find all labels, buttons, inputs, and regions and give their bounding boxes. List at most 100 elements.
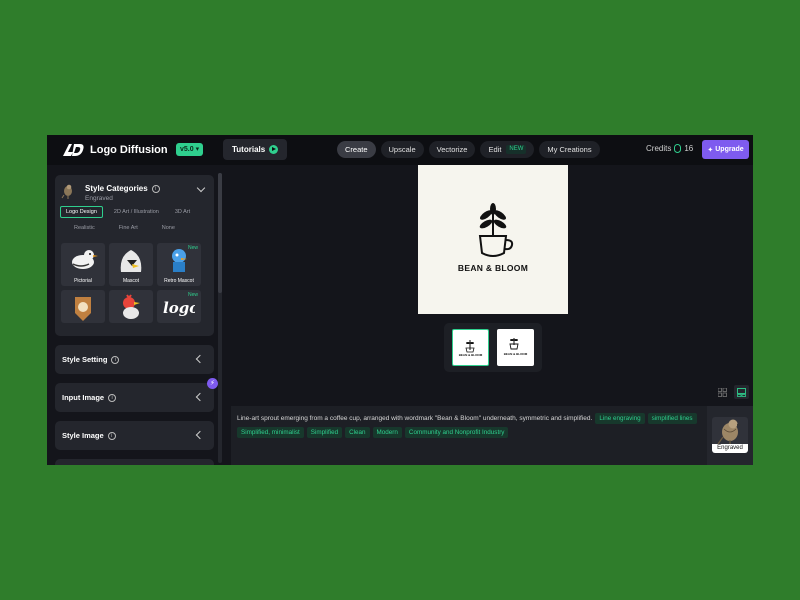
- credit-coin-icon: [674, 144, 682, 153]
- sparkle-icon: ✦: [707, 146, 714, 154]
- badge-emblem-icon: [75, 297, 91, 321]
- prompt-tag[interactable]: Simplified: [306, 427, 343, 438]
- style-image-label: Style Image: [62, 431, 104, 440]
- credits-display: Credits 16: [646, 144, 693, 153]
- thumb-sprout-icon: [465, 340, 475, 353]
- lightning-icon: ⚡: [207, 378, 218, 389]
- nav-edit-label: Edit: [488, 145, 502, 154]
- chevron-left-icon[interactable]: [195, 430, 205, 440]
- style-setting-title: Style Setting i: [62, 355, 120, 364]
- info-icon[interactable]: i: [107, 431, 116, 440]
- prompt-tag[interactable]: Simplified, minimalist: [237, 427, 304, 438]
- generated-logo-image[interactable]: BEAN & BLOOM: [418, 165, 568, 314]
- style-tiles: Pictorial Mascot New Retro Mascot log Ne…: [61, 243, 201, 323]
- new-badge: New: [187, 245, 198, 251]
- chevron-left-icon[interactable]: [195, 354, 205, 364]
- style-preview[interactable]: Engraved: [707, 406, 753, 465]
- cartoon-bird-icon: [123, 294, 140, 319]
- nav-upscale-label: Upscale: [388, 145, 416, 154]
- brand-logo[interactable]: Logo Diffusion: [61, 142, 168, 158]
- chevron-down-icon[interactable]: [196, 183, 206, 193]
- sidebar-scrollbar[interactable]: [218, 173, 222, 463]
- chevron-left-icon[interactable]: [195, 392, 205, 402]
- prompt-tag[interactable]: Community and Nonprofit Industry: [404, 427, 509, 438]
- prompt-tag[interactable]: Line engraving: [595, 413, 645, 424]
- info-icon[interactable]: i: [151, 184, 160, 193]
- style-categories-label: Style Categories: [85, 184, 148, 193]
- style-categories-title: Style Categories i: [85, 184, 160, 193]
- info-icon[interactable]: i: [111, 355, 120, 364]
- input-image-label: Input Image: [62, 393, 105, 402]
- thumbnail-wordmark: BEAN & BLOOM: [503, 352, 528, 356]
- tutorials-label: Tutorials: [232, 145, 266, 154]
- engraved-bird-icon: [717, 419, 741, 445]
- variation-thumbnails: BEAN & BLOOM BEAN & BLOOM: [444, 323, 542, 372]
- style-label: Engraved: [712, 444, 748, 453]
- nav-edit[interactable]: Edit NEW: [480, 141, 535, 158]
- tile-cartoon-style[interactable]: [109, 290, 153, 323]
- prompt-text: Line-art sprout emerging from a coffee c…: [237, 415, 593, 422]
- prompt-tag[interactable]: simplified lines: [647, 413, 697, 424]
- nav-create[interactable]: Create: [337, 141, 376, 158]
- tab-2d-art[interactable]: 2D Art / Illustration: [109, 206, 164, 218]
- style-image-title: Style Image i: [62, 431, 116, 440]
- tile-badge-style[interactable]: [61, 290, 105, 323]
- nav-my-creations[interactable]: My Creations: [539, 141, 600, 158]
- tab-3d-art[interactable]: 3D Art: [170, 206, 195, 218]
- sprout-cup-icon: [478, 203, 514, 257]
- version-label: v5.0: [180, 146, 194, 153]
- prompt-content: Line-art sprout emerging from a coffee c…: [237, 413, 701, 438]
- style-categories-panel: Style Categories i Engraved Logo Design …: [55, 175, 214, 336]
- nav-vectorize-label: Vectorize: [436, 145, 468, 154]
- upgrade-button[interactable]: ✦ Upgrade: [702, 140, 749, 159]
- tile-pictorial[interactable]: Pictorial: [61, 243, 105, 286]
- thumbnail-2[interactable]: BEAN & BLOOM: [497, 329, 534, 366]
- sidebar: Style Categories i Engraved Logo Design …: [47, 165, 230, 465]
- tile-label: Pictorial: [74, 278, 92, 284]
- app-window: Logo Diffusion v5.0 ▾ Tutorials Create U…: [47, 135, 753, 465]
- nav-vectorize[interactable]: Vectorize: [428, 141, 476, 158]
- info-icon[interactable]: i: [108, 393, 117, 402]
- mascot-eagle-icon: [120, 250, 142, 272]
- new-badge: NEW: [506, 145, 527, 154]
- input-image-title: Input Image i: [62, 393, 117, 402]
- credits-value: 16: [684, 144, 694, 153]
- tile-label: Mascot: [122, 278, 140, 284]
- category-tabs-row-1: Logo Design 2D Art / Illustration 3D Art: [60, 206, 195, 218]
- version-dropdown[interactable]: v5.0 ▾: [176, 143, 204, 156]
- tab-logo-design[interactable]: Logo Design: [60, 206, 103, 218]
- grid-view-button[interactable]: [715, 385, 730, 399]
- style-setting-panel[interactable]: Style Setting i: [55, 345, 214, 374]
- next-panel[interactable]: [55, 459, 214, 465]
- nav-my-creations-label: My Creations: [547, 145, 592, 154]
- view-toggle: [715, 385, 749, 399]
- thumbnail-wordmark: BEAN & BLOOM: [458, 353, 483, 357]
- style-image-panel[interactable]: Style Image i: [55, 421, 214, 450]
- input-image-panel[interactable]: Input Image i ⚡: [55, 378, 218, 412]
- logo-diffusion-icon: [63, 144, 84, 156]
- play-icon: [269, 145, 279, 154]
- prompt-tag[interactable]: Modern: [372, 427, 402, 438]
- scrollbar-thumb[interactable]: [218, 173, 222, 293]
- tab-realistic[interactable]: Realistic: [69, 222, 100, 234]
- style-setting-label: Style Setting: [62, 355, 108, 364]
- brand-name: Logo Diffusion: [90, 144, 168, 156]
- upgrade-label: Upgrade: [715, 146, 744, 153]
- credits-label: Credits: [646, 144, 672, 153]
- tab-fine-art[interactable]: Fine Art: [114, 222, 143, 234]
- tile-label: Retro Mascot: [164, 278, 194, 284]
- prompt-box[interactable]: Line-art sprout emerging from a coffee c…: [231, 406, 707, 465]
- tile-retro-mascot[interactable]: New Retro Mascot: [157, 243, 201, 286]
- tutorials-button[interactable]: Tutorials: [223, 139, 287, 160]
- svg-text:logo: logo: [163, 299, 195, 317]
- tab-none[interactable]: None: [157, 222, 180, 234]
- single-view-icon: [737, 387, 746, 397]
- grid-icon: [718, 387, 727, 397]
- nav-upscale[interactable]: Upscale: [380, 141, 424, 158]
- prompt-tag[interactable]: Clean: [345, 427, 370, 438]
- tile-logo-type[interactable]: logo New: [157, 290, 201, 323]
- tile-mascot[interactable]: Mascot: [109, 243, 153, 286]
- thumbnail-1[interactable]: BEAN & BLOOM: [452, 329, 489, 366]
- pictorial-bird-icon: [72, 250, 98, 269]
- single-view-button[interactable]: [734, 385, 749, 399]
